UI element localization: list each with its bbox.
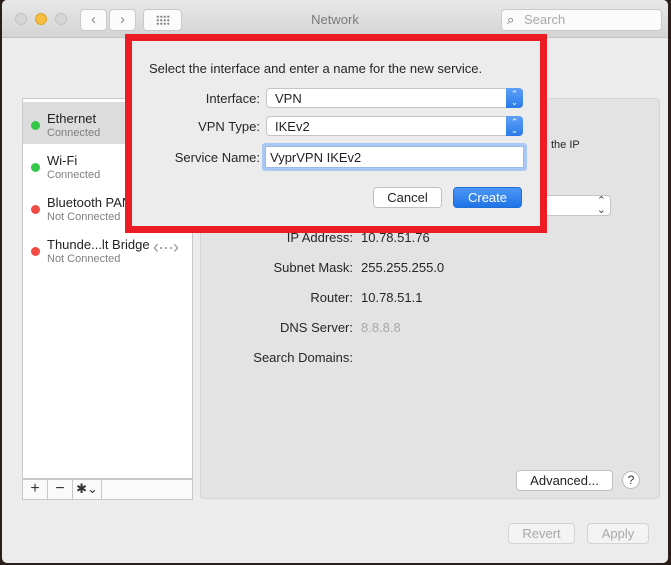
interface-popup[interactable]: VPN ⌃ ⌄ [266,88,523,108]
service-name-label: Service Name: [174,150,260,165]
search-domains-label: Search Domains: [253,350,353,365]
service-actions-button[interactable]: ✱⌄ [73,480,102,499]
new-service-dialog: Select the interface and enter a name fo… [132,41,540,226]
search-input[interactable] [524,12,654,27]
service-name: Thunde...lt Bridge [47,237,150,252]
search-field[interactable]: ⌕ [501,9,662,31]
status-dot-icon [31,205,40,214]
dns-server-value: 8.8.8.8 [361,320,401,335]
plus-icon: + [30,480,40,497]
dns-server-label: DNS Server: [280,320,353,335]
minus-icon: − [55,480,65,497]
advanced-button[interactable]: Advanced... [516,470,613,491]
interface-label: Interface: [205,91,260,106]
service-status: Connected [47,127,101,139]
search-icon: ⌕ [507,12,515,27]
cancel-button[interactable]: Cancel [373,187,442,208]
service-name-input[interactable] [266,147,523,167]
router-value: 10.78.51.1 [361,290,423,305]
status-dot-icon [31,121,40,130]
dialog-message: Select the interface and enter a name fo… [149,61,483,76]
service-status: Not Connected [47,253,121,265]
vpn-type-popup[interactable]: IKEv2 ⌃ ⌄ [266,116,523,136]
gear-icon: ✱⌄ [76,481,98,496]
service-item-thunderbolt-bridge[interactable]: Thunde...lt Bridge Not Connected ‹···› [23,228,192,270]
service-list-toolbar: + − ✱⌄ [22,479,193,500]
service-status: Connected [47,169,101,181]
subnet-mask-value: 255.255.255.0 [361,260,445,275]
chevron-updown-icon: ⌃ ⌄ [506,116,523,136]
help-button[interactable]: ? [622,471,640,489]
service-name: Wi-Fi [47,153,78,168]
status-description: the IP [551,139,580,151]
service-name-field[interactable] [265,146,524,168]
remove-service-button[interactable]: − [48,480,73,499]
vpn-type-label: VPN Type: [198,119,260,134]
title-bar: ‹ › Network ⌕ [2,0,668,38]
create-button[interactable]: Create [453,187,522,208]
interface-value: VPN [275,91,302,106]
vpn-type-value: IKEv2 [275,119,310,134]
revert-button[interactable]: Revert [508,523,575,544]
chevron-updown-icon: ⌃ ⌄ [596,195,606,216]
status-dot-icon [31,247,40,256]
service-name: Bluetooth PAN [47,195,132,210]
add-service-button[interactable]: + [23,480,48,499]
subnet-mask-label: Subnet Mask: [273,260,354,275]
chevron-updown-icon: ⌃ ⌄ [506,88,523,108]
bridge-icon: ‹···› [153,237,179,257]
service-status: Not Connected [47,211,121,223]
question-icon: ? [627,473,635,487]
apply-button[interactable]: Apply [587,523,649,544]
router-label: Router: [310,290,353,305]
service-name: Ethernet [47,111,97,126]
status-dot-icon [31,163,40,172]
